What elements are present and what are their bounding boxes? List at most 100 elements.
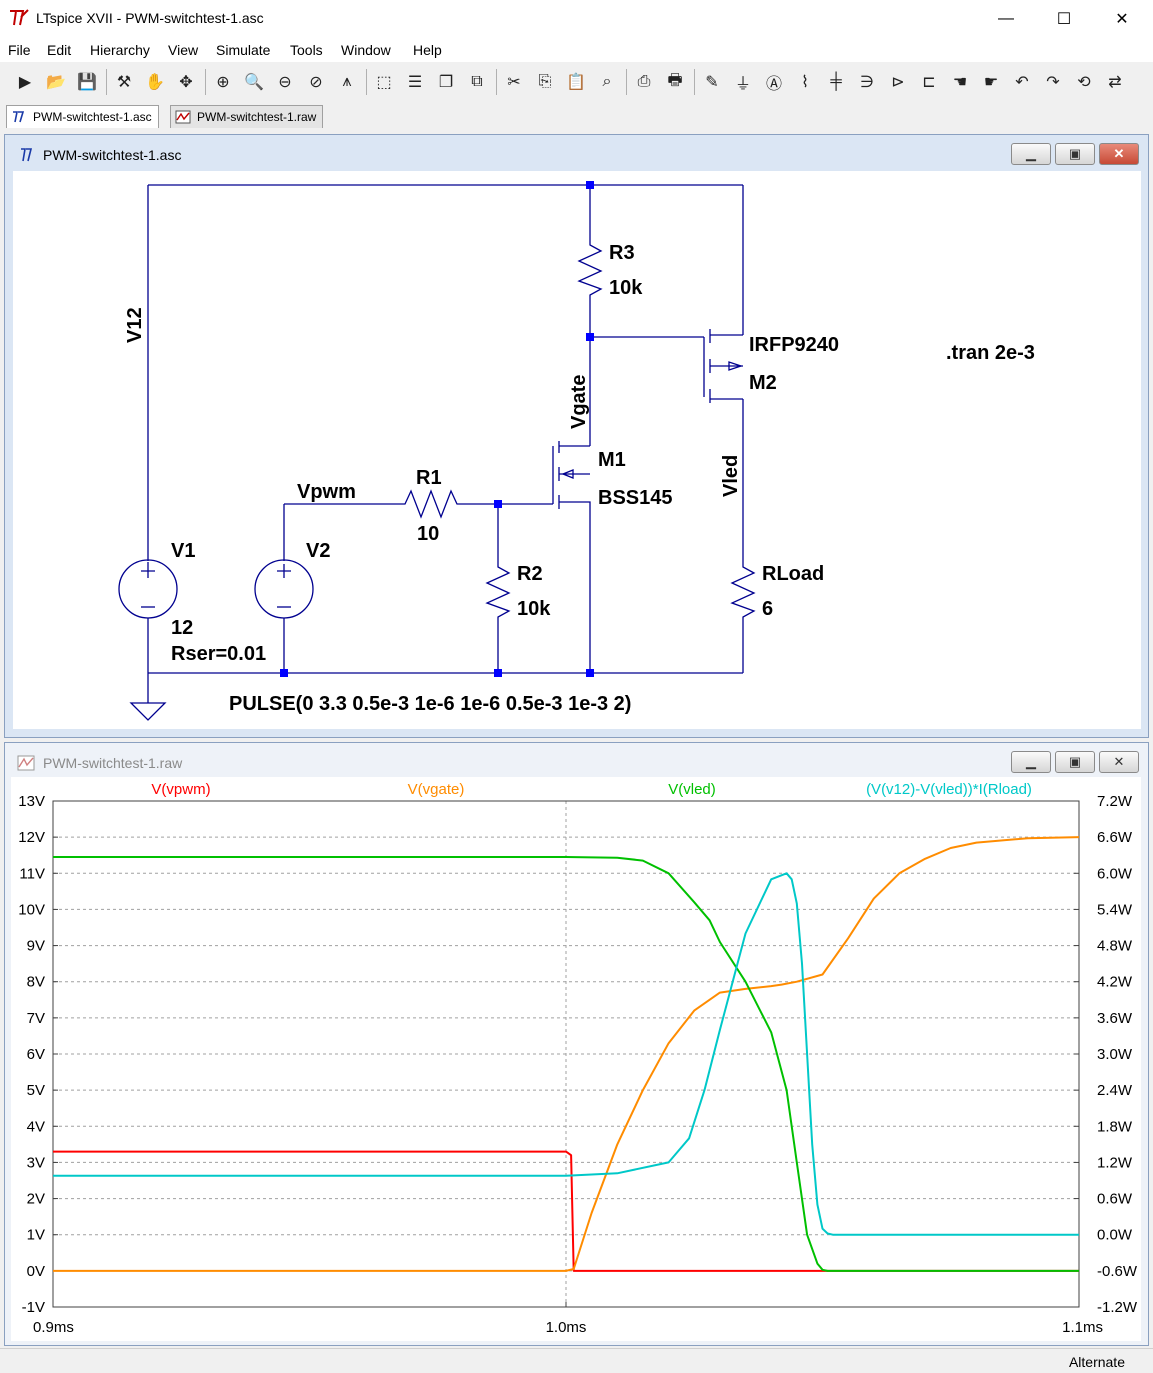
move-button[interactable]: ☚	[947, 69, 973, 95]
r2-value[interactable]: 10k	[517, 598, 551, 620]
rload-value[interactable]: 6	[762, 598, 773, 620]
v1-value[interactable]: 12	[171, 617, 193, 639]
menu-simulate[interactable]: Simulate	[216, 42, 270, 58]
menu-window[interactable]: Window	[341, 42, 391, 58]
close-all-button[interactable]: ⧉	[464, 69, 490, 95]
r3-name[interactable]: R3	[609, 242, 635, 264]
zoom-cancel-icon: ⊘	[309, 74, 323, 91]
y-right-tick-label: -1.2W	[1097, 1299, 1138, 1316]
control-panel-icon: ⚒	[116, 74, 132, 91]
toolbar: ▶ 📂 💾 ⚒ ✋ ✥ ⊕ 🔍 ⊖ ⊘ ⩚ ⬚ ☰ ❐ ⧉ ✂ ⎘ 📋 ⌕ ⎙ 🖶 ✎ ⏚ Ⓐ ⌇ ╪ ∋ ⊳ ⊏ ☚ ☛ ↶ ↷ ⟲ ⇄	[0, 63, 1153, 102]
ground-button[interactable]: ⏚	[730, 69, 756, 95]
drag-icon: ☛	[983, 74, 999, 91]
zoom-in-button[interactable]: ⊕	[210, 69, 236, 95]
trace-label-2[interactable]: V(vled)	[668, 781, 716, 798]
capacitor-icon: ╪	[830, 73, 842, 90]
y-left-tick-label: 7V	[27, 1010, 45, 1027]
m1-name[interactable]: M1	[598, 449, 626, 471]
m1-model[interactable]: BSS145	[598, 487, 673, 509]
tab-waveform[interactable]: PWM-switchtest-1.raw	[170, 105, 324, 128]
x-tick-label: 1.1ms	[1062, 1319, 1103, 1336]
r2-name[interactable]: R2	[517, 563, 543, 585]
r3-value[interactable]: 10k	[609, 277, 643, 299]
menu-edit[interactable]: Edit	[47, 42, 71, 58]
capacitor-button[interactable]: ╪	[823, 69, 849, 95]
pulse-spec[interactable]: PULSE(0 3.3 0.5e-3 1e-6 1e-6 0.5e-3 1e-3…	[229, 693, 631, 715]
menu-help[interactable]: Help	[413, 42, 442, 58]
waveform-minimize-button[interactable]: ▁	[1011, 751, 1051, 773]
y-right-tick-label: 0.6W	[1097, 1191, 1133, 1208]
redo-button[interactable]: ↷	[1040, 69, 1066, 95]
wire-button[interactable]: ✎	[699, 69, 725, 95]
zoom-out-button[interactable]: ⊖	[272, 69, 298, 95]
zoom-area-button[interactable]: 🔍	[241, 69, 267, 95]
control-panel-button[interactable]: ⚒	[111, 69, 137, 95]
schematic-restore-button[interactable]: ▣	[1055, 143, 1095, 165]
y-right-tick-label: 4.8W	[1097, 938, 1133, 955]
menu-hierarchy[interactable]: Hierarchy	[90, 42, 150, 58]
drag-button[interactable]: ☛	[978, 69, 1004, 95]
y-right-tick-label: 2.4W	[1097, 1082, 1133, 1099]
trace-label-3[interactable]: (V(v12)-V(vled))*I(Rload)	[866, 781, 1032, 798]
waveform-plot[interactable]: 13V 12V 11V 10V 9V 8V 7V 6V 5V 4V 3V 2V 1V 0V -1V 7.2W 6…	[11, 777, 1141, 1341]
tran-directive[interactable]: .tran 2e-3	[946, 342, 1035, 364]
y-right-tick-label: 4.2W	[1097, 974, 1133, 991]
resistor-button[interactable]: ⌇	[792, 69, 818, 95]
print-preview-button[interactable]: ⎙	[631, 69, 657, 95]
undo-button[interactable]: ↶	[1009, 69, 1035, 95]
rload-name[interactable]: RLoad	[762, 563, 824, 585]
zoom-full-button[interactable]: ⬚	[371, 69, 397, 95]
schematic-minimize-button[interactable]: ▁	[1011, 143, 1051, 165]
run-button[interactable]: ▶	[12, 69, 38, 95]
document-tabs: PWM-switchtest-1.asc PWM-switchtest-1.ra…	[0, 101, 1153, 128]
y-left-tick-label: 12V	[18, 829, 45, 846]
vgate-net-label[interactable]: Vgate	[568, 375, 590, 429]
schematic-close-button[interactable]: ✕	[1099, 143, 1139, 165]
r1-value[interactable]: 10	[417, 523, 439, 545]
waveform-close-button[interactable]: ✕	[1099, 751, 1139, 773]
rotate-button[interactable]: ⟲	[1071, 69, 1097, 95]
v1-name[interactable]: V1	[171, 540, 195, 562]
inductor-button[interactable]: ∋	[854, 69, 880, 95]
m2-model[interactable]: IRFP9240	[749, 334, 839, 356]
cascade-icon: ❐	[438, 74, 454, 91]
y-left-tick-label: 13V	[18, 793, 45, 810]
zoom-cancel-button[interactable]: ⊘	[303, 69, 329, 95]
menu-view[interactable]: View	[168, 42, 198, 58]
find-button[interactable]: ⌕	[594, 69, 620, 95]
vpwm-net-label[interactable]: Vpwm	[297, 481, 356, 503]
v12-net-label[interactable]: V12	[124, 307, 146, 343]
cascade-button[interactable]: ❐	[433, 69, 459, 95]
tab-schematic[interactable]: PWM-switchtest-1.asc	[6, 105, 159, 128]
menu-tools[interactable]: Tools	[290, 42, 323, 58]
halt-button[interactable]: ✋	[142, 69, 168, 95]
v1-rser[interactable]: Rser=0.01	[171, 643, 266, 665]
y-right-tick-label: 1.2W	[1097, 1154, 1133, 1171]
trace-label-0[interactable]: V(vpwm)	[151, 781, 210, 798]
maximize-icon: ☐	[1056, 11, 1072, 28]
tile-button[interactable]: ☰	[402, 69, 428, 95]
autorange-button[interactable]: ⩚	[334, 69, 360, 95]
component-button[interactable]: ⊏	[916, 69, 942, 95]
maximize-button[interactable]: ☐	[1035, 0, 1093, 38]
print-button[interactable]: 🖶	[662, 69, 688, 95]
cut-button[interactable]: ✂	[501, 69, 527, 95]
save-button[interactable]: 💾	[74, 69, 100, 95]
paste-button[interactable]: 📋	[563, 69, 589, 95]
open-button[interactable]: 📂	[43, 69, 69, 95]
waveform-restore-button[interactable]: ▣	[1055, 751, 1095, 773]
r1-name[interactable]: R1	[416, 467, 442, 489]
label-button[interactable]: Ⓐ	[761, 69, 787, 95]
m2-name[interactable]: M2	[749, 372, 777, 394]
mirror-button[interactable]: ⇄	[1102, 69, 1128, 95]
diode-button[interactable]: ⊳	[885, 69, 911, 95]
schematic-canvas[interactable]: V12 R3 10k IRFP9240 M2 .tran 2e-3 Vgate …	[13, 171, 1141, 729]
vled-net-label[interactable]: Vled	[720, 455, 742, 497]
pan-button[interactable]: ✥	[173, 69, 199, 95]
close-button[interactable]: ✕	[1093, 0, 1151, 38]
menu-file[interactable]: File	[8, 42, 31, 58]
v2-name[interactable]: V2	[306, 540, 330, 562]
minimize-button[interactable]: —	[977, 0, 1035, 38]
copy-button[interactable]: ⎘	[532, 69, 558, 95]
trace-label-1[interactable]: V(vgate)	[408, 781, 465, 798]
